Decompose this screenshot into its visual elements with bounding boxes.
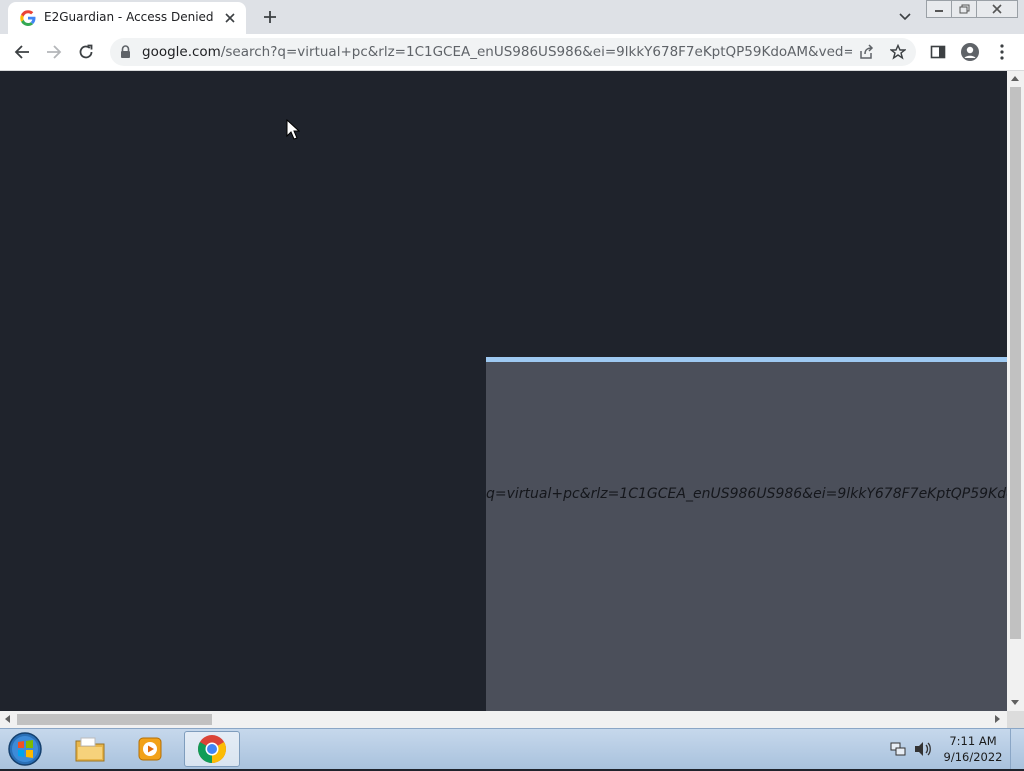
scroll-right-icon[interactable]	[995, 715, 1000, 723]
close-icon	[225, 13, 235, 23]
side-panel-button[interactable]	[926, 40, 950, 64]
chevron-down-icon	[899, 13, 911, 21]
media-player-icon	[138, 737, 162, 761]
scroll-left-icon[interactable]	[5, 715, 10, 723]
start-button[interactable]	[6, 731, 44, 767]
close-window-button[interactable]	[976, 0, 1018, 18]
menu-button[interactable]	[990, 40, 1014, 64]
close-tab-button[interactable]	[220, 8, 240, 28]
reload-icon	[79, 44, 93, 59]
avatar-icon	[961, 43, 979, 61]
vertical-scrollbar[interactable]	[1007, 71, 1024, 711]
taskbar-explorer[interactable]	[62, 731, 118, 767]
side-panel-icon	[930, 45, 946, 59]
scroll-down-icon[interactable]	[1011, 700, 1019, 705]
minimize-icon	[935, 10, 943, 12]
taskbar-clock[interactable]: 7:11 AM 9/16/2022	[940, 733, 1006, 765]
horizontal-scrollbar[interactable]	[0, 711, 1007, 728]
scroll-up-icon[interactable]	[1011, 76, 1019, 81]
address-bar[interactable]: google.com/search?q=virtual+pc&rlz=1C1GC…	[110, 38, 916, 66]
mouse-cursor-icon	[286, 119, 300, 140]
windows-start-icon	[8, 732, 42, 766]
url-domain: google.com	[142, 44, 221, 60]
blocked-url-text: q=virtual+pc&rlz=1C1GCEA_enUS986US986&ei…	[486, 486, 1007, 502]
share-button[interactable]	[854, 40, 878, 64]
volume-icon[interactable]	[914, 741, 932, 757]
google-g-icon	[20, 10, 36, 26]
taskbar: 7:11 AM 9/16/2022	[0, 728, 1024, 769]
taskbar-chrome[interactable]	[184, 731, 240, 767]
page-content: q=virtual+pc&rlz=1C1GCEA_enUS986US986&ei…	[0, 71, 1007, 711]
back-button[interactable]	[10, 40, 34, 64]
network-icon[interactable]	[890, 741, 906, 757]
profile-button[interactable]	[958, 40, 982, 64]
close-icon	[992, 4, 1002, 14]
chrome-icon	[198, 735, 226, 763]
tab-title: E2Guardian - Access Denied	[44, 10, 214, 24]
browser-toolbar: google.com/search?q=virtual+pc&rlz=1C1GC…	[0, 34, 1024, 71]
share-icon	[860, 44, 874, 59]
arrow-right-icon	[47, 45, 62, 59]
arrow-left-icon	[14, 45, 29, 59]
taskbar-media-player[interactable]	[122, 731, 178, 767]
system-tray	[888, 733, 938, 765]
access-denied-panel: q=virtual+pc&rlz=1C1GCEA_enUS986US986&ei…	[486, 357, 1007, 711]
show-desktop-button[interactable]	[1010, 729, 1024, 769]
plus-icon	[264, 11, 276, 23]
tab-search-button[interactable]	[894, 6, 916, 28]
minimize-button[interactable]	[926, 0, 952, 18]
vertical-scroll-thumb[interactable]	[1010, 87, 1021, 639]
lock-icon	[121, 45, 130, 58]
clock-date: 9/16/2022	[943, 750, 1003, 764]
scrollbar-corner	[1007, 711, 1024, 728]
new-tab-button[interactable]	[258, 6, 282, 28]
reload-button[interactable]	[74, 40, 98, 64]
horizontal-scroll-thumb[interactable]	[17, 714, 212, 725]
windows-explorer-icon	[75, 737, 105, 762]
star-icon	[890, 44, 906, 60]
restore-icon	[959, 4, 969, 14]
window-controls	[926, 0, 1018, 18]
browser-tab[interactable]: E2Guardian - Access Denied	[8, 2, 246, 34]
restore-button[interactable]	[951, 0, 977, 18]
forward-button[interactable]	[42, 40, 66, 64]
tab-strip: E2Guardian - Access Denied	[0, 0, 1024, 34]
bookmark-button[interactable]	[886, 40, 910, 64]
more-vert-icon	[1000, 44, 1004, 60]
clock-time: 7:11 AM	[949, 734, 997, 748]
url-text[interactable]: google.com/search?q=virtual+pc&rlz=1C1GC…	[142, 44, 852, 60]
url-path: /search?q=virtual+pc&rlz=1C1GCEA_enUS986…	[220, 44, 852, 60]
